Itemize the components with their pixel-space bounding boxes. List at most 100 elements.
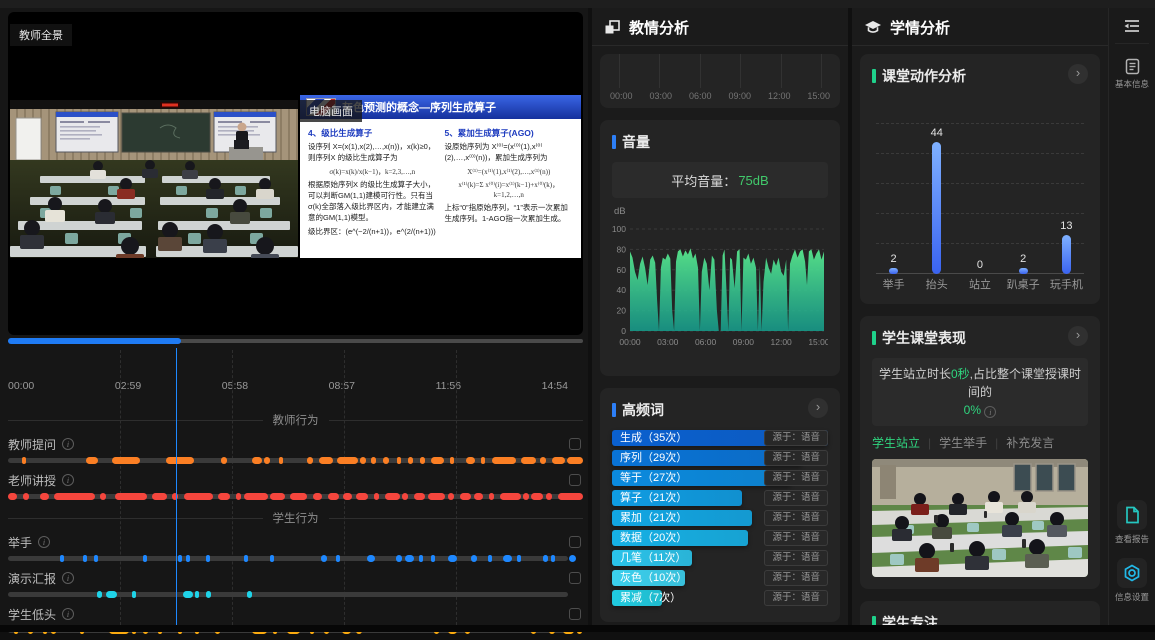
event-segment[interactable]	[195, 591, 200, 598]
event-segment[interactable]	[471, 555, 477, 562]
keyword-bar[interactable]: 累加（21次）	[612, 510, 752, 526]
event-segment[interactable]	[503, 555, 512, 562]
event-segment[interactable]	[115, 493, 147, 500]
tab-student-standing[interactable]: 学生站立	[872, 434, 920, 451]
keyword-bar[interactable]: 算子（21次）	[612, 490, 742, 506]
event-segment[interactable]	[106, 591, 118, 598]
event-segment[interactable]	[546, 493, 552, 500]
event-segment[interactable]	[569, 555, 576, 562]
event-segment[interactable]	[531, 493, 543, 500]
event-segment[interactable]	[152, 493, 167, 500]
event-segment[interactable]	[383, 457, 389, 464]
event-segment[interactable]	[206, 591, 211, 598]
class-actions-chevron-icon[interactable]: ›	[1068, 64, 1088, 84]
event-segment[interactable]	[552, 457, 565, 464]
event-segment[interactable]	[244, 555, 248, 562]
event-segment[interactable]	[337, 457, 358, 464]
info-icon[interactable]: i	[62, 608, 74, 620]
info-icon[interactable]: i	[62, 474, 74, 486]
event-segment[interactable]	[360, 457, 366, 464]
event-segment[interactable]	[186, 555, 190, 562]
sidebar-item-view-report[interactable]: 查看报告	[1109, 500, 1155, 545]
event-segment[interactable]	[40, 493, 49, 500]
event-segment[interactable]	[466, 457, 475, 464]
event-segment[interactable]	[385, 493, 400, 500]
event-segment[interactable]	[112, 457, 141, 464]
sidebar-item-info-settings[interactable]: 信息设置	[1109, 558, 1155, 603]
event-segment[interactable]	[143, 555, 147, 562]
event-segment[interactable]	[83, 555, 87, 562]
event-segment[interactable]	[558, 493, 583, 500]
event-segment[interactable]	[397, 457, 402, 464]
event-segment[interactable]	[521, 457, 536, 464]
class-performance-chevron-icon[interactable]: ›	[1068, 326, 1088, 346]
event-segment[interactable]	[460, 493, 472, 500]
event-segment[interactable]	[313, 493, 322, 500]
event-segment[interactable]	[100, 493, 106, 500]
event-segment[interactable]	[450, 457, 455, 464]
info-icon[interactable]: i	[38, 536, 50, 548]
keyword-bar[interactable]: 几笔（11次）	[612, 550, 692, 566]
video-progress-bar[interactable]	[8, 339, 583, 343]
event-segment[interactable]	[567, 457, 583, 464]
event-segment[interactable]	[264, 457, 269, 464]
event-segment[interactable]	[371, 457, 376, 464]
action-bar[interactable]	[1019, 268, 1028, 274]
timeline-playhead[interactable]	[176, 348, 177, 625]
action-bar[interactable]	[889, 268, 898, 274]
event-segment[interactable]	[356, 493, 368, 500]
track-checkbox[interactable]	[569, 608, 581, 620]
event-segment[interactable]	[244, 493, 268, 500]
event-segment[interactable]	[488, 555, 492, 562]
track-checkbox[interactable]	[569, 474, 581, 486]
event-segment[interactable]	[319, 457, 334, 464]
event-segment[interactable]	[247, 591, 252, 598]
event-segment[interactable]	[448, 555, 457, 562]
event-segment[interactable]	[517, 555, 521, 562]
event-segment[interactable]	[270, 555, 274, 562]
event-segment[interactable]	[428, 493, 445, 500]
keyword-bar[interactable]: 灰色（10次）	[612, 570, 685, 586]
event-segment[interactable]	[23, 493, 29, 500]
info-icon[interactable]: i	[62, 572, 74, 584]
track-checkbox[interactable]	[569, 438, 581, 450]
info-icon[interactable]: i	[984, 406, 996, 418]
event-segment[interactable]	[86, 457, 99, 464]
event-segment[interactable]	[184, 493, 213, 500]
collapse-panel-icon[interactable]	[1123, 18, 1141, 34]
event-segment[interactable]	[492, 457, 516, 464]
event-segment[interactable]	[218, 493, 230, 500]
event-segment[interactable]	[178, 555, 182, 562]
event-segment[interactable]	[328, 493, 340, 500]
event-segment[interactable]	[500, 493, 521, 500]
track-checkbox[interactable]	[569, 536, 581, 548]
event-segment[interactable]	[367, 555, 374, 562]
keyword-bar[interactable]: 数据（20次）	[612, 530, 748, 546]
event-segment[interactable]	[54, 493, 95, 500]
keywords-expand-chevron-icon[interactable]: ›	[808, 398, 828, 418]
event-segment[interactable]	[474, 493, 483, 500]
event-segment[interactable]	[405, 555, 414, 562]
event-segment[interactable]	[97, 591, 102, 598]
event-segment[interactable]	[60, 555, 64, 562]
event-segment[interactable]	[431, 555, 435, 562]
event-segment[interactable]	[343, 493, 352, 500]
event-segment[interactable]	[431, 457, 444, 464]
event-segment[interactable]	[307, 457, 313, 464]
action-bar[interactable]	[1062, 235, 1071, 274]
sidebar-item-basic-info[interactable]: 基本信息	[1109, 58, 1155, 90]
event-segment[interactable]	[166, 457, 194, 464]
event-segment[interactable]	[419, 555, 423, 562]
tab-supplementary-speech[interactable]: 补充发言	[1006, 434, 1054, 451]
keyword-bar[interactable]: 累减（7次）	[612, 590, 662, 606]
event-segment[interactable]	[94, 555, 98, 562]
event-segment[interactable]	[252, 457, 261, 464]
event-segment[interactable]	[221, 457, 227, 464]
video-player[interactable]: 教师全景	[8, 12, 583, 335]
event-segment[interactable]	[414, 493, 426, 500]
event-segment[interactable]	[408, 457, 413, 464]
event-segment[interactable]	[523, 493, 529, 500]
event-segment[interactable]	[543, 555, 548, 562]
event-segment[interactable]	[481, 457, 486, 464]
event-segment[interactable]	[321, 555, 327, 562]
